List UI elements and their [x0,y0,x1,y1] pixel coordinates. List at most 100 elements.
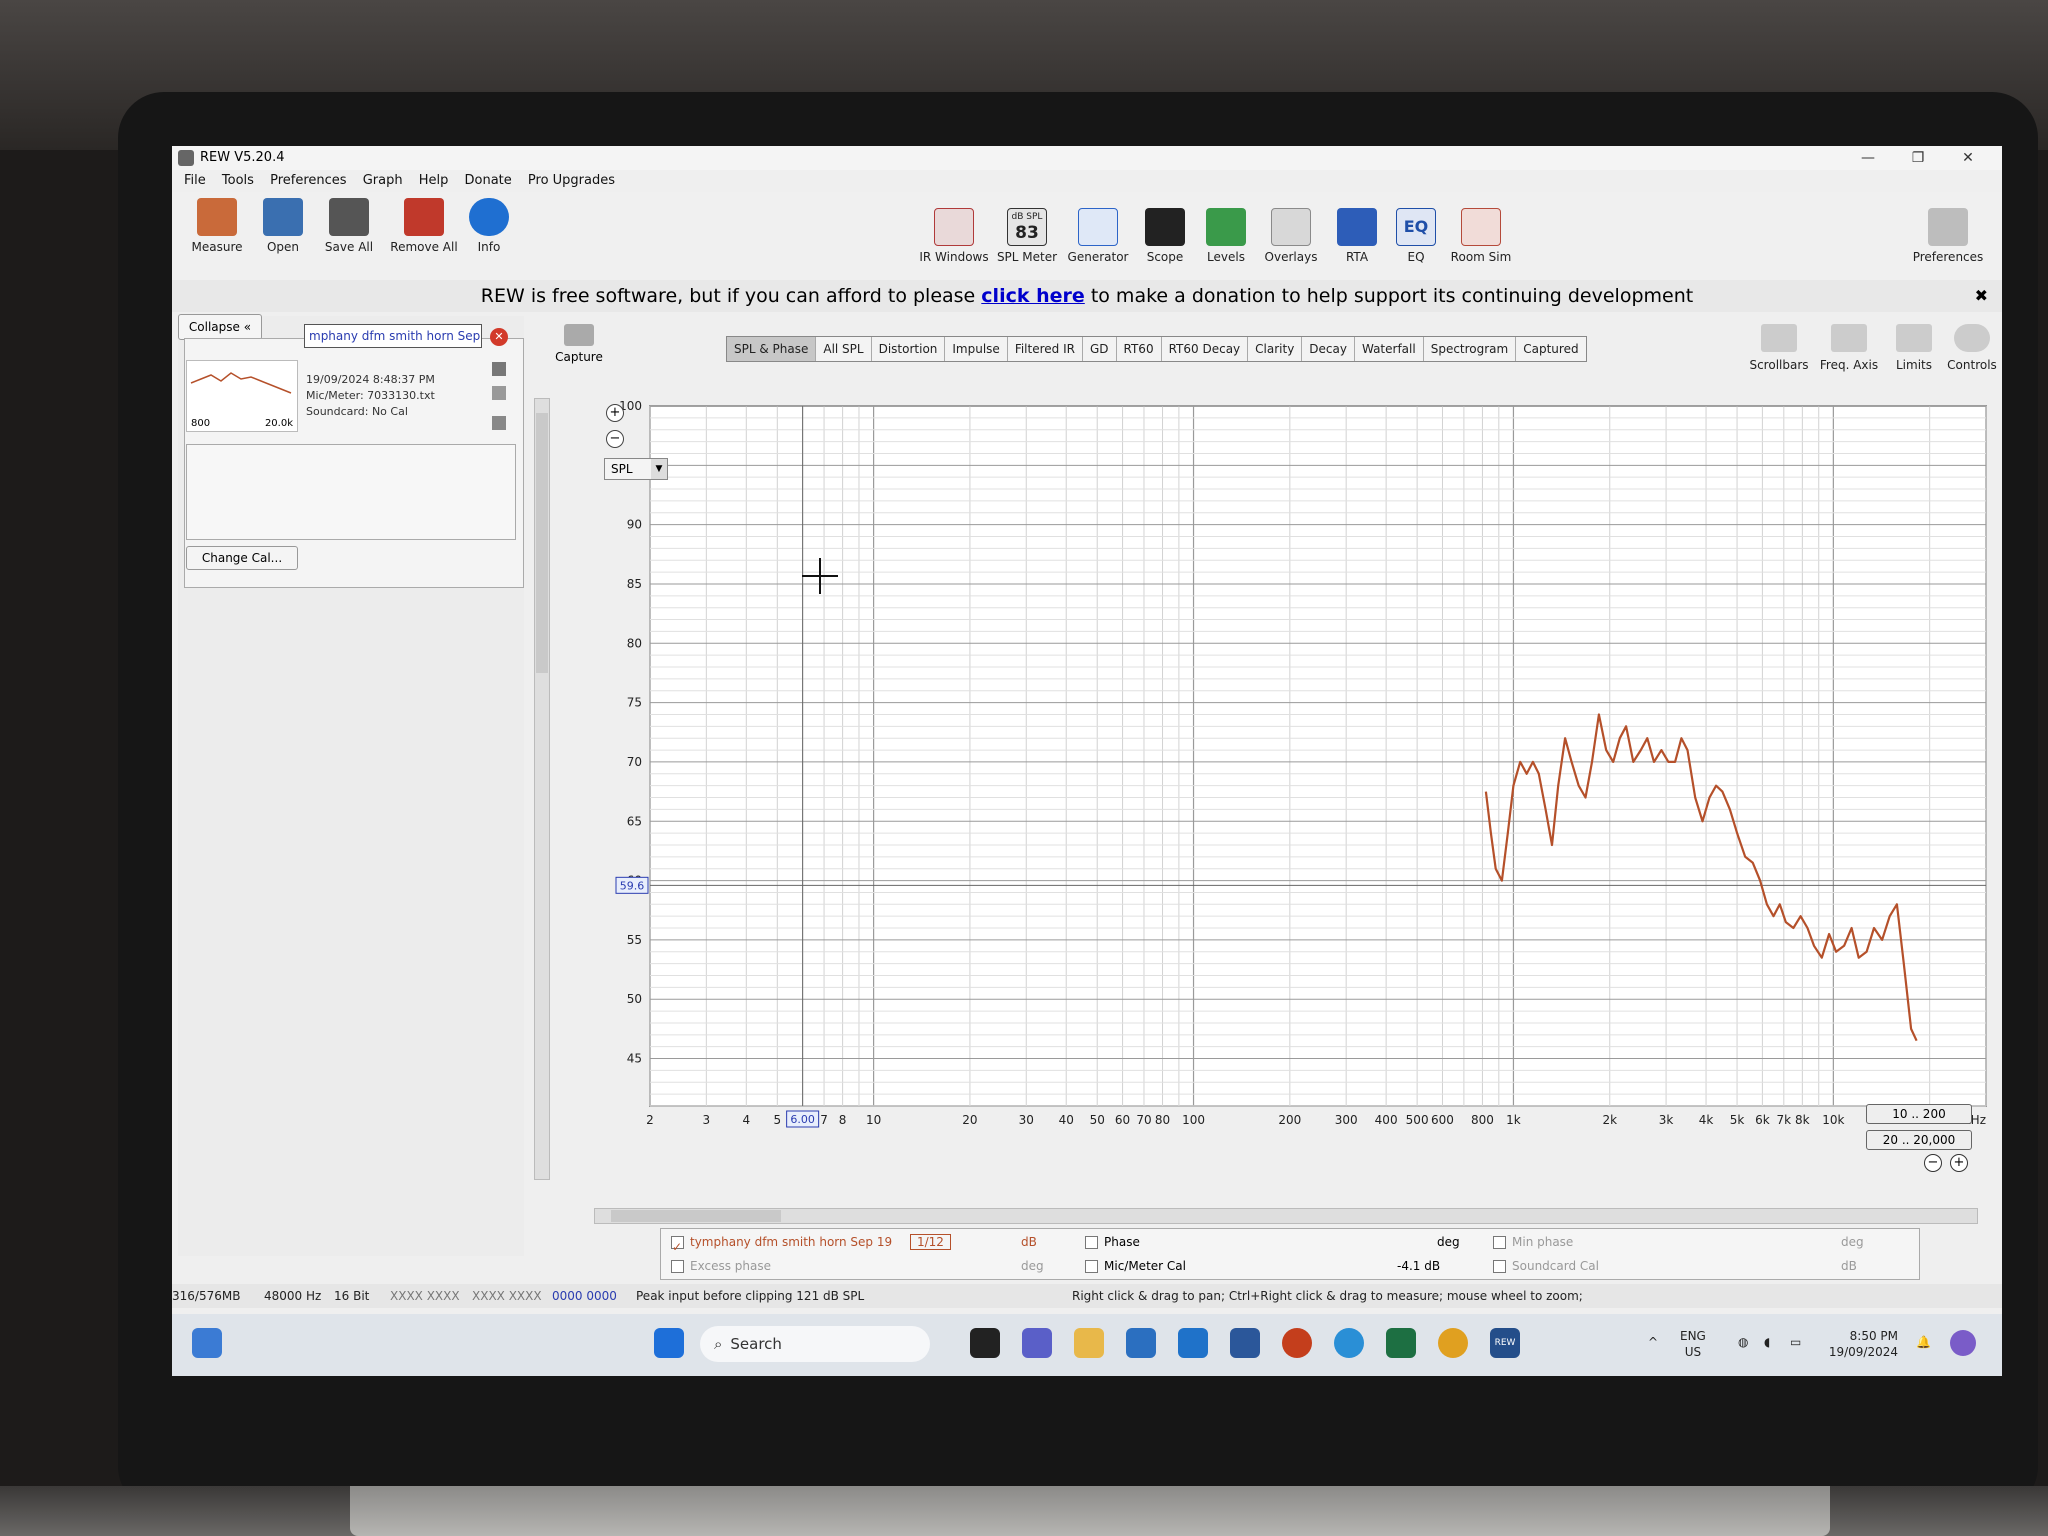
limits-button[interactable]: Limits [1884,324,1944,372]
excel-icon[interactable] [1386,1328,1416,1358]
tab-rt60[interactable]: RT60 [1117,337,1162,361]
min-phase-checkbox[interactable] [1493,1236,1506,1249]
rta-button[interactable]: RTA [1326,208,1388,264]
legend-soundcard-cal[interactable]: Soundcard Cal [1493,1256,1599,1276]
legend-series[interactable]: ✓ tymphany dfm smith horn Sep 19 1/12 [671,1232,951,1254]
collapse-button[interactable]: Collapse « [178,314,262,340]
search-box[interactable]: ⌕ Search [700,1326,930,1362]
scroll-thumb[interactable] [536,413,548,673]
series-checkbox[interactable]: ✓ [671,1236,684,1254]
scrollbars-button[interactable]: Scrollbars [1744,324,1814,372]
range-20-20000-button[interactable]: 20 .. 20,000 [1866,1130,1972,1150]
network-icon[interactable]: ◍ [1738,1334,1748,1350]
generator-button[interactable]: Generator [1062,208,1134,264]
menu-pro-upgrades[interactable]: Pro Upgrades [528,170,615,192]
save-all-button[interactable]: Save All [314,198,384,254]
battery-icon[interactable]: ▭ [1790,1334,1801,1350]
menu-donate[interactable]: Donate [465,170,512,192]
menu-tools[interactable]: Tools [222,170,254,192]
legend-min-phase[interactable]: Min phase [1493,1232,1573,1252]
tray-overflow-icon[interactable]: ^ [1648,1334,1658,1350]
ir-windows-button[interactable]: IR Windows [916,208,992,264]
excess-phase-checkbox[interactable] [671,1260,684,1273]
controls-button[interactable]: Controls [1944,324,2000,372]
spl-dropdown[interactable]: SPL ▼ [604,458,668,480]
tab-captured[interactable]: Captured [1516,337,1585,361]
edge-icon[interactable] [1334,1328,1364,1358]
tab-decay[interactable]: Decay [1302,337,1355,361]
chrome-icon[interactable] [1438,1328,1468,1358]
close-button[interactable]: ✕ [1948,146,1988,170]
vertical-scrollbar[interactable] [534,398,550,1180]
x-zoom-out-icon[interactable]: − [1924,1154,1942,1172]
capture-button[interactable]: Capture [554,324,604,364]
menu-preferences[interactable]: Preferences [270,170,346,192]
copilot-icon[interactable] [1950,1330,1976,1356]
spl-meter-button[interactable]: dB SPL 83 SPL Meter [992,208,1062,264]
zoom-in-icon[interactable]: + [606,404,624,422]
remove-all-button[interactable]: Remove All [384,198,464,254]
levels-button[interactable]: Levels [1196,208,1256,264]
remove-measurement-icon[interactable]: ✕ [490,328,508,346]
mic-cal-checkbox[interactable] [1085,1260,1098,1273]
store-icon[interactable] [1126,1328,1156,1358]
tab-spectrogram[interactable]: Spectrogram [1424,337,1517,361]
measure-button[interactable]: Measure [182,198,252,254]
legend-mic-cal[interactable]: Mic/Meter Cal [1085,1256,1186,1276]
range-10-200-button[interactable]: 10 .. 200 [1866,1104,1972,1124]
spl-chart-svg[interactable]: 1009590858075706560555045SPL234578102030… [592,383,1990,1188]
info-button[interactable]: Info [464,198,514,254]
notes-icon[interactable] [492,416,506,430]
menu-help[interactable]: Help [419,170,449,192]
volume-icon[interactable]: ◖ [1764,1334,1770,1350]
tab-impulse[interactable]: Impulse [945,337,1008,361]
legend-phase[interactable]: Phase [1085,1232,1140,1252]
legend-excess-phase[interactable]: Excess phase [671,1256,771,1276]
tab-waterfall[interactable]: Waterfall [1355,337,1424,361]
scope-button[interactable]: Scope [1134,208,1196,264]
change-cal-button[interactable]: Change Cal... [186,546,298,570]
measurement-name-field[interactable]: mphany dfm smith horn Sep [304,324,482,348]
edit-icon[interactable] [492,386,506,400]
freq-axis-button[interactable]: Freq. Axis [1814,324,1884,372]
widgets-icon[interactable] [192,1328,222,1358]
tab-filtered-ir[interactable]: Filtered IR [1008,337,1083,361]
spl-chart[interactable]: 1009590858075706560555045SPL234578102030… [592,383,1990,1188]
overlays-button[interactable]: Overlays [1256,208,1326,264]
notification-bell-icon[interactable]: 🔔 [1916,1334,1931,1350]
tab-distortion[interactable]: Distortion [872,337,946,361]
word-icon[interactable] [1230,1328,1260,1358]
room-sim-button[interactable]: Room Sim [1444,208,1518,264]
donation-link[interactable]: click here [981,285,1084,307]
horizontal-scroll-thumb[interactable] [611,1210,781,1222]
notes-area[interactable] [186,444,516,540]
clock[interactable]: 8:50 PM 19/09/2024 [1818,1328,1898,1360]
maximize-button[interactable]: ❐ [1898,146,1938,170]
tab-clarity[interactable]: Clarity [1248,337,1303,361]
language-indicator[interactable]: ENG US [1680,1328,1706,1360]
menu-file[interactable]: File [184,170,206,192]
task-view-icon[interactable] [970,1328,1000,1358]
mail-icon[interactable] [1178,1328,1208,1358]
open-button[interactable]: Open [252,198,314,254]
save-measurement-icon[interactable] [492,362,506,376]
preferences-button[interactable]: Preferences [1908,208,1988,264]
tab-all-spl[interactable]: All SPL [816,337,872,361]
rew-taskbar-icon[interactable]: REW [1490,1328,1520,1358]
eq-button[interactable]: EQ EQ [1388,208,1444,264]
tab-spl-phase[interactable]: SPL & Phase [727,337,817,361]
menu-graph[interactable]: Graph [363,170,403,192]
powerpoint-icon[interactable] [1282,1328,1312,1358]
tab-gd[interactable]: GD [1083,337,1117,361]
tab-rt60-decay[interactable]: RT60 Decay [1162,337,1249,361]
zoom-out-icon[interactable]: − [606,430,624,448]
phase-checkbox[interactable] [1085,1236,1098,1249]
teams-icon[interactable] [1022,1328,1052,1358]
x-zoom-in-icon[interactable]: + [1950,1154,1968,1172]
close-banner-icon[interactable]: ✖ [1975,280,1988,312]
soundcard-cal-checkbox[interactable] [1493,1260,1506,1273]
horizontal-scrollbar[interactable] [594,1208,1978,1224]
start-icon[interactable] [654,1328,684,1358]
file-explorer-icon[interactable] [1074,1328,1104,1358]
smoothing-badge[interactable]: 1/12 [909,1234,951,1250]
